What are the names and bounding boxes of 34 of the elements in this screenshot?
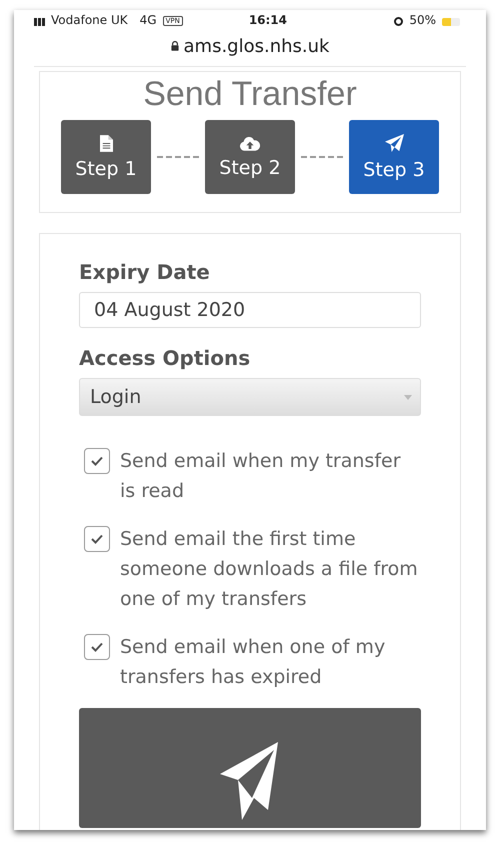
step-connector [157,156,199,158]
checkbox[interactable] [84,634,110,660]
checkbox[interactable] [84,448,110,474]
checkmark-icon [91,534,103,544]
paper-plane-icon [384,134,404,152]
signal-icon [34,18,45,26]
checkmark-icon [91,456,103,466]
field-label: Expiry Date [79,260,211,284]
battery-text: 50% [409,14,436,26]
clock-text: 16:14 [248,14,288,26]
paper-plane-icon [220,742,280,822]
document-icon [100,134,112,152]
access-dropdown[interactable]: Login [79,378,421,416]
step-connector [301,156,343,158]
checkbox[interactable] [84,526,110,552]
checkmark-icon [91,642,103,652]
caret-icon [404,394,412,400]
url-text[interactable]: ams.glos.nhs.uk [184,36,330,56]
network-text: 4G [140,14,157,26]
checkbox-label: Send email when one of my transfers has expired [120,635,386,690]
field-label: Access Options [79,346,252,370]
carrier-text: Vodafone UK [51,14,128,26]
date-field[interactable]: 04 August 2020 [79,292,421,328]
lock-icon [170,41,179,51]
cloud-upload-icon [240,136,260,150]
page-title: Send Transfer [142,74,358,115]
checkbox-label: Send email when my transfer is read [120,449,402,504]
step-tab[interactable]: Step 1 [61,120,151,194]
checkbox-label: Send email the first time someone downloads a file from one of my transfers [120,527,419,612]
step-tab[interactable]: Step 2 [205,120,295,194]
battery-icon [442,18,460,26]
send-button[interactable] [79,708,421,828]
rotation-lock-icon [394,17,404,26]
step-tab[interactable]: Step 3 [349,120,439,194]
